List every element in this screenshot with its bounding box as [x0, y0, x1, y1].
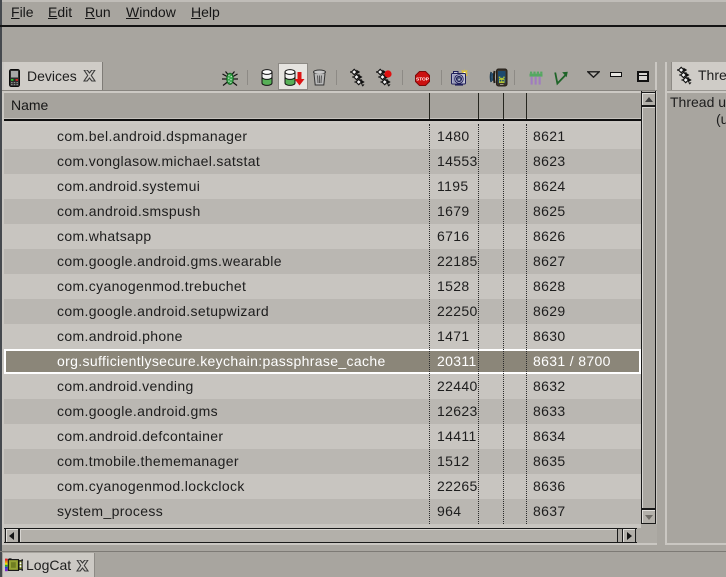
svg-text:STOP: STOP [416, 77, 430, 83]
